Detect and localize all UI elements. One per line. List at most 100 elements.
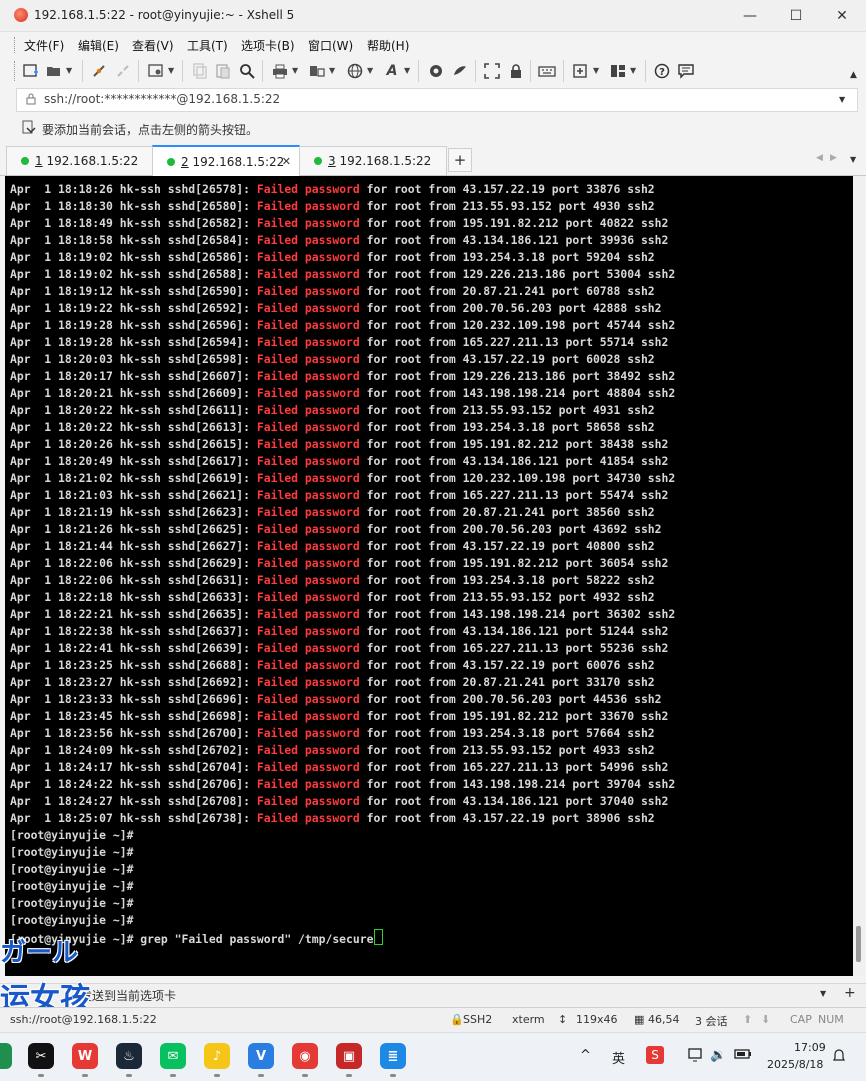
tab-list-dropdown-icon[interactable]: ▼ — [850, 155, 856, 164]
log-line: Apr 1 18:21:02 hk-ssh sshd[26619]: Faile… — [10, 470, 675, 487]
menu-view[interactable]: 查看(V) — [132, 37, 174, 54]
terminal-scrollbar[interactable] — [853, 176, 865, 976]
tab-scroll-right-icon[interactable]: ▶ — [830, 153, 837, 163]
tab-session-1[interactable]: 1 192.168.1.5:22 — [6, 146, 153, 175]
tray-expand-icon[interactable]: ^ — [580, 1048, 591, 1063]
wechat-icon[interactable]: ✉ — [160, 1043, 186, 1069]
tab-scroll-left-icon[interactable]: ◀ — [816, 153, 823, 163]
new-session-icon[interactable] — [22, 62, 40, 80]
tab-session-2[interactable]: 2 192.168.1.5:22 ✕ — [152, 145, 300, 177]
menu-tabs[interactable]: 选项卡(B) — [241, 37, 295, 54]
find-icon[interactable] — [238, 62, 256, 80]
log-line: Apr 1 18:20:17 hk-ssh sshd[26607]: Faile… — [10, 368, 675, 385]
copy-icon[interactable] — [191, 62, 209, 80]
password-word: password — [304, 811, 360, 825]
globe-dropdown-icon[interactable]: ▼ — [367, 66, 373, 75]
fullscreen-icon[interactable] — [483, 62, 501, 80]
running-indicator — [82, 1074, 88, 1077]
steam-icon[interactable]: ♨ — [116, 1043, 142, 1069]
connect-icon[interactable] — [90, 62, 108, 80]
failed-word: Failed — [256, 726, 299, 740]
toolbar-separator — [262, 60, 263, 82]
xftp-icon[interactable] — [427, 62, 445, 80]
help-icon[interactable]: ? — [653, 62, 671, 80]
wps-icon[interactable]: W — [72, 1043, 98, 1069]
vscode-icon[interactable]: V — [248, 1043, 274, 1069]
tray-app-icon[interactable]: S — [646, 1046, 664, 1064]
prompt-line: [root@yinyujie ~]# — [10, 913, 134, 927]
minimize-button[interactable]: — — [727, 0, 773, 31]
add-tab-icon[interactable] — [572, 62, 590, 80]
maximize-button[interactable]: ☐ — [773, 0, 819, 31]
menu-tools[interactable]: 工具(T) — [187, 37, 228, 54]
properties-dropdown-icon[interactable]: ▼ — [168, 66, 174, 75]
tab-session-3[interactable]: 3 192.168.1.5:22 — [299, 146, 447, 175]
log-prefix: Apr 1 18:22:21 hk-ssh sshd[26635]: — [10, 607, 257, 621]
font-icon[interactable]: A — [383, 62, 401, 80]
font-dropdown-icon[interactable]: ▼ — [404, 66, 410, 75]
layout-dropdown-icon[interactable]: ▼ — [630, 66, 636, 75]
music-icon[interactable]: ♪ — [204, 1043, 230, 1069]
ime-indicator[interactable]: 英 — [612, 1048, 625, 1067]
failed-word: Failed — [256, 437, 299, 451]
password-word: password — [304, 488, 360, 502]
menu-window[interactable]: 窗口(W) — [308, 37, 353, 54]
status-terminal-type: xterm — [512, 1013, 545, 1026]
transfer-dropdown-icon[interactable]: ▼ — [329, 66, 335, 75]
toolbar-overflow-icon[interactable]: ▲ — [850, 70, 857, 80]
open-folder-icon[interactable] — [45, 62, 63, 80]
address-dropdown-icon[interactable]: ▼ — [839, 95, 845, 104]
clock-time[interactable]: 17:09 — [794, 1041, 826, 1054]
layout-icon[interactable] — [609, 62, 627, 80]
chat-icon[interactable] — [677, 62, 695, 80]
close-button[interactable]: ✕ — [819, 0, 865, 31]
game-icon[interactable]: ▣ — [336, 1043, 362, 1069]
lock-icon[interactable] — [507, 62, 525, 80]
open-dropdown-icon[interactable]: ▼ — [66, 66, 72, 75]
log-line: Apr 1 18:20:03 hk-ssh sshd[26598]: Faile… — [10, 351, 675, 368]
compose-dropdown-icon[interactable]: ▼ — [820, 989, 826, 998]
menu-help[interactable]: 帮助(H) — [367, 37, 409, 54]
log-line: Apr 1 18:22:21 hk-ssh sshd[26635]: Faile… — [10, 606, 675, 623]
clock-date[interactable]: 2025/8/18 — [767, 1058, 823, 1071]
add-session-arrow-icon[interactable] — [22, 120, 36, 137]
volume-icon[interactable]: 🔉 — [710, 1048, 726, 1063]
properties-icon[interactable] — [147, 62, 165, 80]
scrollbar-thumb[interactable] — [856, 926, 861, 962]
battery-icon[interactable] — [734, 1048, 752, 1064]
globe-icon[interactable] — [346, 62, 364, 80]
xshell-icon[interactable]: ◉ — [292, 1043, 318, 1069]
print-dropdown-icon[interactable]: ▼ — [292, 66, 298, 75]
paste-icon[interactable] — [214, 62, 232, 80]
log-prefix: Apr 1 18:21:19 hk-ssh sshd[26623]: — [10, 505, 257, 519]
prompt-line: [root@yinyujie ~]# — [10, 845, 134, 859]
address-input[interactable]: ssh://root:************@192.168.1.5:22 — [44, 92, 280, 106]
status-down-arrow-icon[interactable]: ⬇ — [761, 1013, 770, 1026]
log-suffix: for root from 193.254.3.18 port 57664 ss… — [359, 726, 655, 740]
notification-icon[interactable] — [832, 1049, 846, 1066]
menu-file[interactable]: 文件(F) — [24, 37, 64, 54]
password-word: password — [304, 437, 360, 451]
status-up-arrow-icon[interactable]: ⬆ — [743, 1013, 752, 1026]
print-icon[interactable] — [271, 62, 289, 80]
password-word: password — [304, 318, 360, 332]
capcut-icon[interactable]: ✂ — [28, 1043, 54, 1069]
compose-add-icon[interactable]: + — [844, 985, 856, 1001]
notepad-icon[interactable]: ≣ — [380, 1043, 406, 1069]
transfer-icon[interactable] — [308, 62, 326, 80]
keyboard-icon[interactable] — [538, 62, 556, 80]
terminal-output[interactable]: Apr 1 18:18:26 hk-ssh sshd[26578]: Faile… — [5, 176, 853, 976]
disconnect-icon[interactable] — [114, 62, 132, 80]
xmanager-icon[interactable] — [451, 62, 469, 80]
tab-close-icon[interactable]: ✕ — [282, 155, 291, 168]
failed-word: Failed — [256, 488, 299, 502]
network-icon[interactable] — [688, 1048, 704, 1066]
new-tab-button[interactable]: + — [448, 148, 472, 172]
add-tab-dropdown-icon[interactable]: ▼ — [593, 66, 599, 75]
partial-app-icon[interactable] — [0, 1043, 12, 1069]
log-prefix: Apr 1 18:19:02 hk-ssh sshd[26586]: — [10, 250, 257, 264]
menu-edit[interactable]: 编辑(E) — [78, 37, 119, 54]
